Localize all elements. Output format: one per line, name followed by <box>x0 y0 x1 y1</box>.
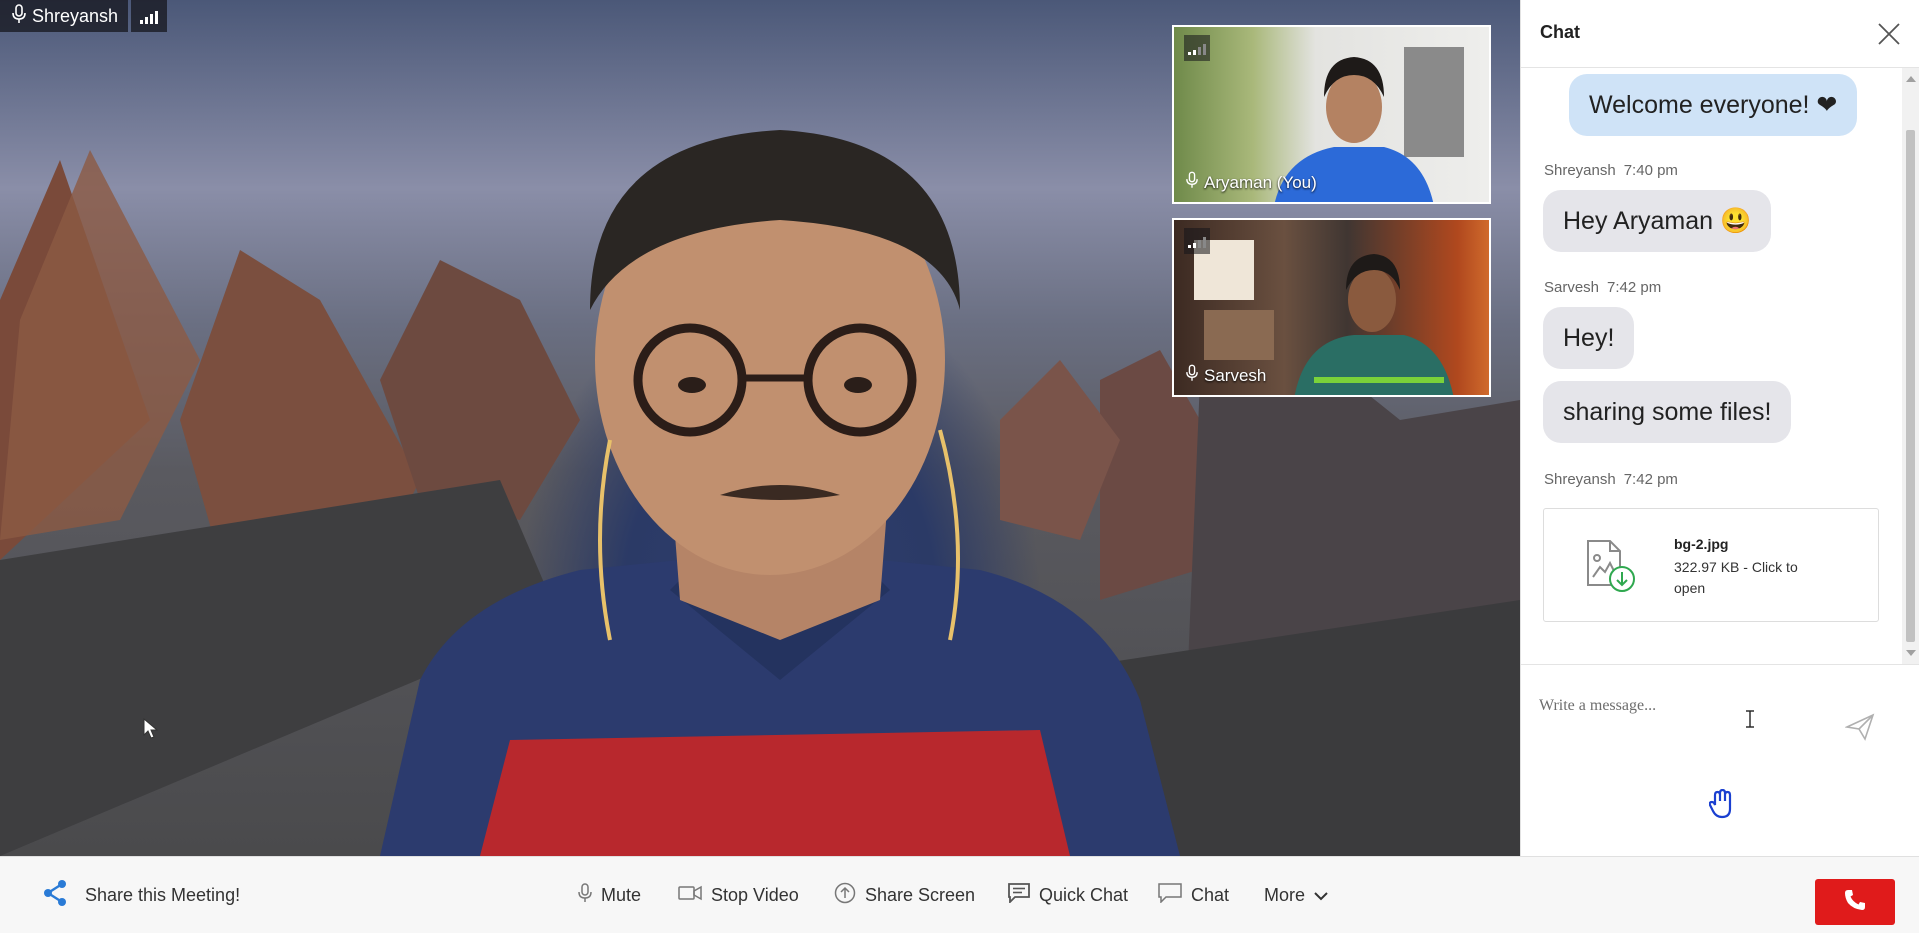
chat-messages: Welcome everyone! ❤ Shreyansh 7:40 pm Hey… <box>1521 68 1901 664</box>
chat-message: Welcome everyone! ❤ <box>1569 74 1858 136</box>
participant-name-tag: Aryaman (You) <box>1186 171 1317 194</box>
stop-video-button[interactable]: Stop Video <box>678 857 799 934</box>
file-attachment[interactable]: bg-2.jpg 322.97 KB - Click to open <box>1543 508 1879 622</box>
message-input[interactable] <box>1537 685 1841 727</box>
share-screen-label: Share Screen <box>865 885 976 905</box>
quick-chat-icon <box>1008 883 1030 908</box>
scroll-up-icon[interactable] <box>1906 76 1916 82</box>
file-download-icon <box>1584 539 1636 598</box>
mic-icon <box>1186 171 1198 194</box>
message-meta: Sarvesh 7:42 pm <box>1544 279 1661 296</box>
chat-button[interactable]: Chat <box>1158 857 1229 934</box>
signal-icon <box>131 0 167 32</box>
mic-icon <box>578 882 592 909</box>
speaker-name-tag: Shreyansh <box>0 0 129 32</box>
quick-chat-label: Quick Chat <box>1039 885 1129 905</box>
participant-name: Aryaman (You) <box>1204 172 1317 192</box>
scroll-down-icon[interactable] <box>1906 650 1916 656</box>
raise-hand-icon[interactable] <box>1708 788 1735 824</box>
phone-icon <box>1843 888 1867 917</box>
participant-name: Sarvesh <box>1204 365 1267 385</box>
chat-title: Chat <box>1540 22 1580 42</box>
more-label: More <box>1264 885 1306 905</box>
participant-thumbnail-sarvesh[interactable]: Sarvesh <box>1172 218 1491 397</box>
message-time: 7:40 pm <box>1623 162 1678 179</box>
share-screen-icon <box>834 882 856 909</box>
send-icon[interactable] <box>1844 713 1875 746</box>
chat-scrollbar[interactable] <box>1902 68 1919 664</box>
chat-compose <box>1521 664 1919 856</box>
signal-icon <box>1184 35 1210 61</box>
chevron-down-icon <box>1314 885 1328 906</box>
chat-message: Hey! <box>1543 307 1635 369</box>
message-sender: Sarvesh <box>1544 279 1600 296</box>
message-meta: Shreyansh 7:42 pm <box>1544 471 1678 488</box>
participant-video-shreyansh <box>380 130 1180 856</box>
more-button[interactable]: More <box>1264 857 1328 934</box>
chat-icon <box>1158 883 1182 908</box>
share-meeting-button[interactable]: Share this Meeting! <box>42 857 240 934</box>
mouse-cursor-icon <box>143 717 159 745</box>
message-sender: Shreyansh <box>1544 471 1616 488</box>
mic-icon <box>1186 364 1198 387</box>
file-size: 322.97 KB - Click to open <box>1674 559 1798 596</box>
share-meeting-label: Share this Meeting! <box>85 885 241 905</box>
signal-icon <box>1184 228 1210 254</box>
mute-label: Mute <box>601 885 642 905</box>
participant-thumbnail-aryaman[interactable]: Aryaman (You) <box>1172 25 1491 204</box>
speaker-name: Shreyansh <box>32 5 119 26</box>
quick-chat-button[interactable]: Quick Chat <box>1008 857 1128 934</box>
stop-video-label: Stop Video <box>711 885 799 905</box>
text-cursor-icon <box>1745 709 1755 734</box>
chat-label: Chat <box>1191 885 1230 905</box>
message-time: 7:42 pm <box>1607 279 1662 296</box>
participant-name-tag: Sarvesh <box>1186 364 1266 387</box>
mute-button[interactable]: Mute <box>578 857 641 934</box>
share-icon <box>42 879 68 912</box>
message-time: 7:42 pm <box>1623 471 1678 488</box>
video-camera-icon <box>678 885 702 906</box>
message-meta: Shreyansh 7:40 pm <box>1544 162 1678 179</box>
chat-header: Chat <box>1521 0 1919 68</box>
message-sender: Shreyansh <box>1544 162 1616 179</box>
file-name: bg-2.jpg <box>1674 536 1729 552</box>
close-icon[interactable] <box>1873 18 1905 50</box>
bottom-toolbar: Share this Meeting! Mute Stop Video Shar… <box>0 856 1919 933</box>
end-call-button[interactable] <box>1815 879 1895 925</box>
scroll-thumb[interactable] <box>1906 130 1915 642</box>
share-screen-button[interactable]: Share Screen <box>834 857 975 934</box>
chat-panel: Chat Welcome everyone! ❤ Shreyansh 7:40 p… <box>1520 0 1919 856</box>
chat-message: Hey Aryaman 😃 <box>1543 190 1772 252</box>
mic-icon <box>12 3 26 29</box>
chat-message: sharing some files! <box>1543 381 1792 443</box>
